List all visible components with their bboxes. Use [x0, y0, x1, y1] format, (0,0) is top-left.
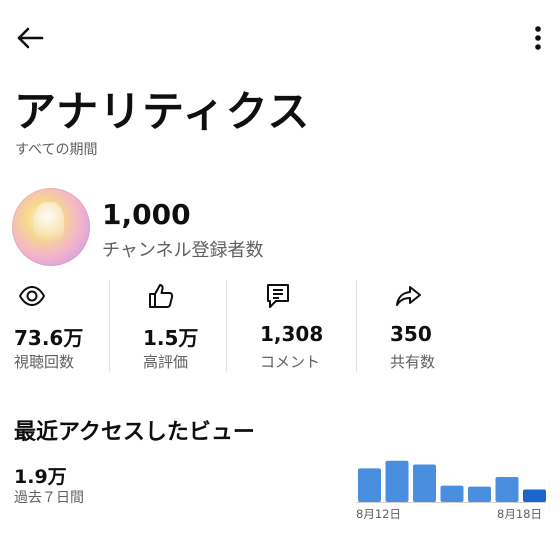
chart-bar[interactable]	[440, 485, 464, 502]
recent-views-label: 過去７日間	[14, 490, 84, 506]
divider	[109, 280, 110, 372]
stat-label: 共有数	[390, 353, 436, 371]
comment-icon	[264, 282, 292, 310]
stat-label: 高評価	[143, 353, 189, 371]
chart-bar[interactable]	[523, 489, 546, 502]
period-selector[interactable]: すべての期間	[15, 139, 97, 159]
stat-comments[interactable]: 1,308 コメント	[260, 276, 388, 376]
recent-views-value: 1.9万	[14, 466, 67, 488]
stat-value: 1,308	[260, 322, 324, 346]
chart-bar[interactable]	[468, 486, 491, 502]
eye-icon	[18, 282, 46, 310]
chart-bar[interactable]	[495, 477, 519, 502]
stat-label: 視聴回数	[14, 353, 75, 371]
stat-value: 1.5万	[143, 326, 199, 350]
divider	[356, 280, 357, 372]
stat-shares[interactable]: 350 共有数	[390, 276, 518, 376]
more-vert-icon	[534, 25, 542, 55]
chart-tick-start: 8月12日	[356, 507, 401, 521]
more-options-button[interactable]	[520, 22, 556, 58]
stat-value: 350	[390, 322, 432, 346]
chart-tick-end: 8月18日	[497, 507, 542, 521]
chart-bar[interactable]	[358, 468, 381, 502]
stat-label: コメント	[260, 353, 321, 371]
arrow-left-icon	[16, 26, 44, 54]
divider	[226, 280, 227, 372]
share-icon	[394, 282, 422, 310]
thumbs-up-icon	[147, 282, 175, 310]
stat-likes[interactable]: 1.5万 高評価	[143, 276, 271, 376]
subscriber-label: チャンネル登録者数	[102, 240, 264, 261]
back-button[interactable]	[10, 22, 50, 58]
stat-views[interactable]: 73.6万 視聴回数	[14, 276, 142, 376]
channel-avatar[interactable]	[12, 188, 90, 266]
section-title: 最近アクセスしたビュー	[14, 420, 255, 445]
chart-bar[interactable]	[385, 460, 409, 502]
stat-value: 73.6万	[14, 326, 84, 350]
chart-bar[interactable]	[413, 464, 436, 502]
top-app-bar	[0, 0, 560, 80]
page-title: アナリティクス	[14, 87, 311, 136]
subscriber-count: 1,000	[102, 198, 191, 231]
